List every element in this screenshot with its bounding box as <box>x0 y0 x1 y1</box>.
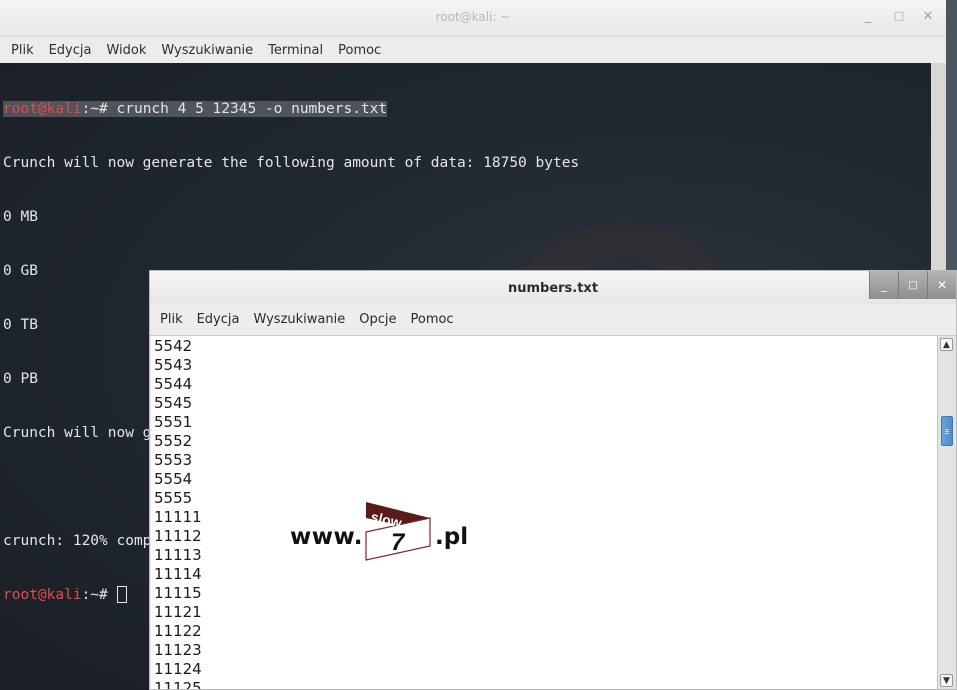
watermark-badge-num: 7 <box>391 529 406 556</box>
scroll-grip-icon <box>945 429 949 431</box>
editor-menu-wyszukiwanie[interactable]: Wyszukiwanie <box>246 312 352 327</box>
editor-menubar: Plik Edycja Wyszukiwanie Opcje Pomoc <box>150 304 956 336</box>
editor-line: 5555 <box>154 489 193 507</box>
editor-minimize-button[interactable]: _ <box>869 271 898 299</box>
editor-scrollbar-thumb[interactable] <box>941 416 953 447</box>
terminal-menu-terminal[interactable]: Terminal <box>261 43 331 58</box>
scroll-down-arrow-icon[interactable]: ▼ <box>940 674 953 687</box>
terminal-command: crunch 4 5 12345 -o numbers.txt <box>116 101 388 117</box>
watermark-prefix: www. <box>290 524 364 550</box>
terminal-output-line: Crunch will now generate the following a… <box>3 155 580 171</box>
prompt-user: root@kali <box>3 101 82 117</box>
editor-line: 11125 <box>154 679 202 689</box>
watermark-suffix: .pl <box>435 524 469 550</box>
terminal-menu-plik[interactable]: Plik <box>4 43 42 58</box>
editor-menu-edycja[interactable]: Edycja <box>190 312 247 327</box>
editor-menu-opcje[interactable]: Opcje <box>352 312 403 327</box>
prompt-suffix: :~# <box>81 101 117 117</box>
terminal-maximize-button[interactable]: □ <box>891 9 907 22</box>
editor-window-controls: _ □ ✕ <box>869 271 956 299</box>
terminal-minimize-button[interactable]: _ <box>860 9 876 24</box>
prompt-user: root@kali <box>3 587 82 603</box>
editor-line: 5551 <box>154 413 193 431</box>
watermark-badge-icon: slow 7 <box>365 502 431 561</box>
terminal-title: root@kali: ~ <box>435 10 511 24</box>
terminal-menu-widok[interactable]: Widok <box>99 43 154 58</box>
editor-line: 5542 <box>154 337 193 355</box>
editor-line: 5543 <box>154 356 193 374</box>
watermark-logo: www. slow 7 .pl <box>290 502 470 562</box>
terminal-cursor <box>116 586 127 603</box>
editor-title: numbers.txt <box>507 281 599 296</box>
editor-line: 5545 <box>154 394 193 412</box>
scroll-up-arrow-icon[interactable]: ▲ <box>940 338 953 351</box>
editor-menu-plik[interactable]: Plik <box>153 312 190 327</box>
terminal-close-button[interactable]: ✕ <box>920 9 936 24</box>
editor-scrollbar[interactable]: ▲ ▼ <box>937 336 956 689</box>
editor-line: 11123 <box>154 641 202 659</box>
editor-line: 5554 <box>154 470 193 488</box>
editor-line: 11111 <box>154 508 202 526</box>
editor-line: 11115 <box>154 584 202 602</box>
editor-line: 5544 <box>154 375 193 393</box>
editor-close-button[interactable]: ✕ <box>927 271 956 299</box>
prompt-suffix: :~# <box>81 587 117 603</box>
terminal-menu-edycja[interactable]: Edycja <box>42 43 100 58</box>
editor-titlebar[interactable]: numbers.txt _ □ ✕ <box>150 271 956 304</box>
editor-line: 11112 <box>154 527 202 545</box>
editor-line: 11114 <box>154 565 202 583</box>
editor-lines: 5542 5543 5544 5545 5551 5552 5553 5554 5555 1111… <box>154 337 202 689</box>
editor-line: 11113 <box>154 546 202 564</box>
editor-text-area[interactable]: 5542 5543 5544 5545 5551 5552 5553 5554 5555 1111… <box>151 336 938 689</box>
editor-line: 11124 <box>154 660 202 678</box>
terminal-menubar: Plik Edycja Widok Wyszukiwanie Terminal … <box>0 37 946 64</box>
terminal-menu-wyszukiwanie[interactable]: Wyszukiwanie <box>154 43 261 58</box>
editor-maximize-button[interactable]: □ <box>898 271 927 299</box>
terminal-output-line: 0 MB <box>3 209 38 225</box>
editor-line: 5552 <box>154 432 193 450</box>
terminal-titlebar[interactable]: root@kali: ~ _ □ ✕ <box>0 0 946 37</box>
editor-line: 5553 <box>154 451 193 469</box>
editor-menu-pomoc[interactable]: Pomoc <box>403 312 460 327</box>
editor-line: 11122 <box>154 622 202 640</box>
editor-line: 11121 <box>154 603 202 621</box>
terminal-command-line: root@kali:~# crunch 4 5 12345 -o numbers… <box>3 100 579 118</box>
terminal-menu-pomoc[interactable]: Pomoc <box>331 43 389 58</box>
editor-window: numbers.txt _ □ ✕ Plik Edycja Wyszukiwan… <box>149 270 957 690</box>
